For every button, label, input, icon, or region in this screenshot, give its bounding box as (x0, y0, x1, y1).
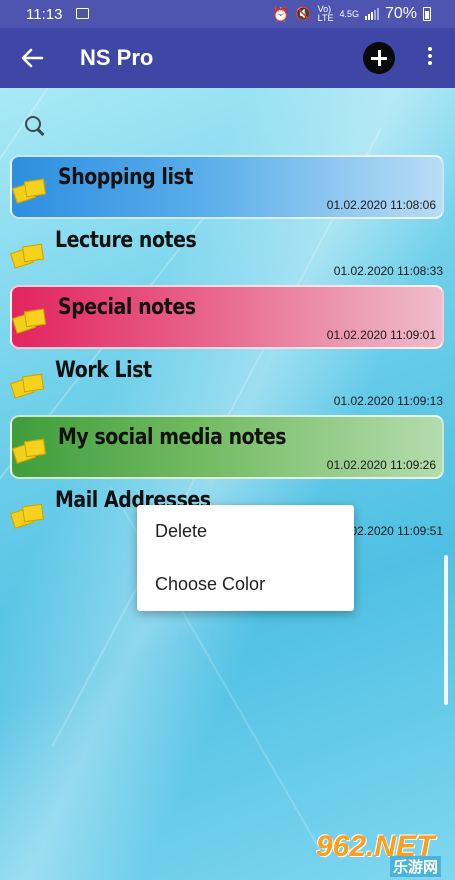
status-icons: ⏰ 🔇 Vo) LTE 4.5G 70% (272, 5, 431, 23)
status-time: 11:13 (26, 6, 63, 23)
watermark: 962.NET 乐游网 (316, 830, 448, 877)
app-bar: NS Pro (0, 28, 455, 88)
menu-item-choose-color[interactable]: Choose Color (137, 558, 354, 611)
network-gen: 4.5G (339, 8, 359, 19)
watermark-sub: 乐游网 (390, 856, 442, 877)
note-title: Work List (55, 358, 152, 383)
status-bar: 11:13 ⏰ 🔇 Vo) LTE 4.5G 70% (0, 0, 455, 28)
mute-icon: 🔇 (295, 6, 312, 21)
note-timestamp: 01.02.2020 11:09:01 (326, 328, 436, 342)
memo-icon (12, 437, 48, 465)
search-icon[interactable] (25, 116, 45, 136)
memo-icon (12, 307, 48, 335)
note-timestamp: 01.02.2020 11:08:33 (333, 264, 443, 278)
note-item[interactable]: Lecture notes 01.02.2020 11:08:33 (10, 222, 444, 286)
memo-icon (10, 502, 46, 530)
memo-icon (10, 372, 46, 400)
note-item[interactable]: My social media notes 01.02.2020 11:09:2… (10, 415, 444, 479)
note-item[interactable]: Shopping list 01.02.2020 11:08:06 (10, 155, 444, 219)
memo-icon (12, 177, 48, 205)
volte-indicator: Vo) LTE (317, 4, 334, 23)
note-title: Shopping list (58, 165, 193, 190)
add-note-button[interactable] (363, 42, 395, 74)
menu-item-delete[interactable]: Delete (137, 505, 354, 558)
note-title: Lecture notes (55, 228, 197, 253)
battery-icon (423, 7, 431, 21)
scroll-edge (444, 555, 448, 705)
context-menu: Delete Choose Color (137, 505, 354, 611)
note-timestamp: 01.02.2020 11:09:13 (333, 394, 443, 408)
note-item[interactable]: Work List 01.02.2020 11:09:13 (10, 352, 444, 416)
memo-icon (10, 242, 46, 270)
battery-percent: 70% (384, 5, 417, 22)
signal-icon (364, 8, 379, 20)
gallery-notification-icon (76, 8, 89, 19)
app-title: NS Pro (80, 45, 154, 70)
arrow-left-icon[interactable] (16, 42, 48, 74)
note-title: My social media notes (58, 425, 287, 450)
note-title: Special notes (58, 295, 196, 320)
note-item[interactable]: Special notes 01.02.2020 11:09:01 (10, 285, 444, 349)
alarm-icon: ⏰ (271, 5, 290, 22)
note-timestamp: 01.02.2020 11:09:26 (326, 458, 436, 472)
note-timestamp: 01.02.2020 11:08:06 (326, 198, 436, 212)
more-vert-icon[interactable] (422, 44, 438, 72)
